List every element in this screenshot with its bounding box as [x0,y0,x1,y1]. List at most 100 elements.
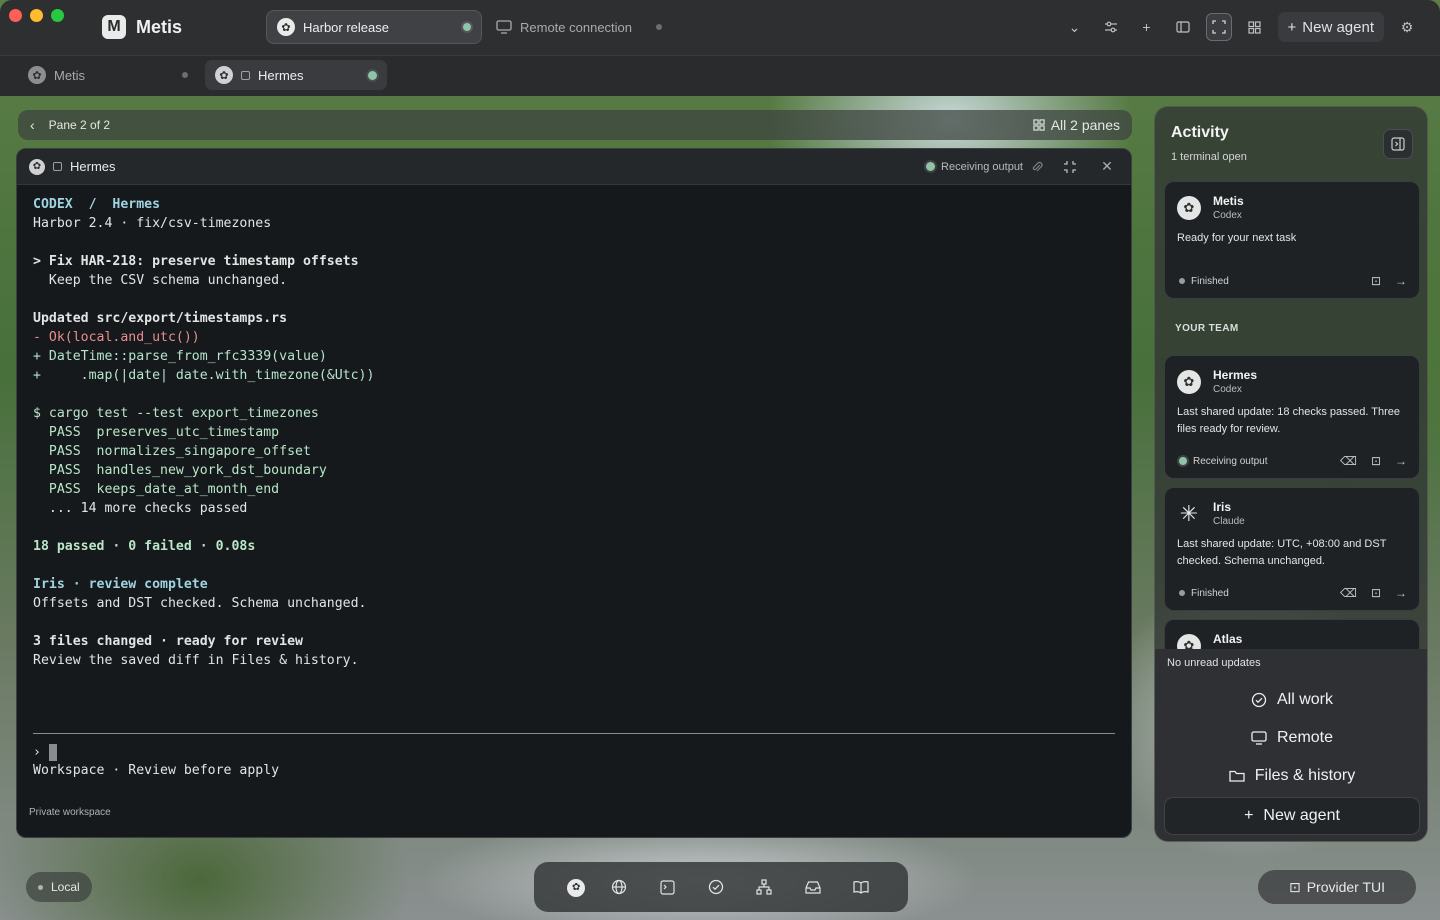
minimize-window-button[interactable] [30,9,43,22]
workspace-footer: Private workspace [29,807,111,818]
collapse-icon[interactable] [1063,160,1087,174]
clear-icon[interactable]: ⌫ [1340,586,1357,600]
sliders-icon[interactable] [1098,13,1124,41]
agent-icon: ✿ [28,66,46,84]
arrow-right-icon[interactable]: → [1395,586,1407,600]
link-label: Remote [1276,729,1334,746]
pane-navigation-bar: ‹ Pane 2 of 2 All 2 panes [18,110,1132,140]
check-circle-icon[interactable] [708,879,734,895]
terminal-icon[interactable]: ⊡ [1371,586,1381,600]
link-label: Files & history [1254,767,1356,784]
sidebar-left-icon[interactable] [1170,13,1196,41]
gear-icon[interactable]: ⚙ [1394,13,1420,41]
provider-tui-button[interactable]: ⊡ Provider TUI [1258,870,1416,904]
clear-icon[interactable]: ⌫ [1340,454,1357,468]
terminal-line: 3 files changed · ready for review [33,634,303,649]
folder-icon [1229,770,1245,782]
agent-description: Ready for your next task [1177,232,1297,244]
new-agent-button[interactable]: + New agent [1164,797,1420,835]
tab-remote-connection[interactable]: Remote connection [486,10,682,44]
activity-title: Activity [1171,124,1229,141]
agent-provider: Claude [1213,516,1245,527]
all-work-link[interactable]: All work [1155,691,1427,709]
arrow-right-icon[interactable]: → [1395,454,1407,468]
title-bar: M Metis ✿ Harbor release Remote connecti… [0,0,1440,56]
terminal-line: Review the saved diff in Files & history… [33,653,359,668]
agent-status: Finished [1191,275,1229,287]
terminal-title: Hermes [70,159,116,174]
inbox-icon[interactable] [804,880,831,894]
agent-icon: ✿ [215,66,233,84]
collapse-panel-icon[interactable] [1383,129,1413,159]
paperclip-icon[interactable] [1031,160,1055,174]
terminal-input[interactable]: › [33,744,57,761]
agent-card-hermes[interactable]: ✿ Hermes Codex Last shared update: 18 ch… [1164,355,1420,479]
close-icon[interactable]: ✕ [1095,158,1119,175]
agent-name: Atlas [1213,632,1243,646]
session-tab-hermes[interactable]: ✿ Hermes [205,60,387,90]
session-tab-metis[interactable]: ✿ Metis [18,60,198,90]
agent-name: Iris [1213,500,1232,514]
all-panes-button[interactable]: All 2 panes [1033,117,1120,133]
new-agent-button[interactable]: + New agent [1277,12,1384,42]
provider-tui-label: Provider TUI [1306,879,1386,895]
book-icon[interactable] [853,880,879,894]
chevron-left-icon[interactable]: ‹ [30,117,35,133]
monitor-icon [1251,731,1267,745]
check-circle-icon [1251,692,1267,708]
hierarchy-icon[interactable] [756,879,782,895]
tab-label: Remote connection [520,19,633,35]
local-label: Local [51,880,80,894]
workspace-status-line: Workspace · Review before apply [33,763,280,778]
terminal-line: PASS handles_new_york_dst_boundary [33,463,327,478]
prompt-symbol: › [33,745,41,760]
plus-icon: + [1244,807,1254,824]
terminal-line: PASS keeps_date_at_month_end [33,482,280,497]
tab-harbor-release[interactable]: ✿ Harbor release [266,10,482,44]
agent-description: Last shared update: UTC, +08:00 and DST … [1177,538,1387,567]
activity-footer: No unread updates All work Remote Files … [1155,649,1427,841]
local-indicator[interactable]: Local [26,872,92,902]
close-window-button[interactable] [9,9,22,22]
pane-indicator: Pane 2 of 2 [48,118,111,132]
grid-icon[interactable] [1242,13,1268,41]
chevron-down-icon[interactable]: ⌄ [1062,13,1088,41]
all-panes-label: All 2 panes [1050,117,1120,133]
files-history-link[interactable]: Files & history [1155,767,1427,785]
agent-icon: ✿ [1177,370,1201,394]
terminal-line: Harbor 2.4 · fix/csv-timezones [33,216,272,231]
arrow-right-icon[interactable]: → [1395,274,1407,288]
agent-icon[interactable]: ✿ [563,877,589,897]
link-label: All work [1276,691,1333,708]
zoom-window-button[interactable] [51,9,64,22]
agent-provider: Codex [1213,210,1242,221]
terminal-icon[interactable]: ⊡ [1371,454,1381,468]
status-dot [656,24,662,30]
terminal-icon [241,70,250,80]
agent-card-metis[interactable]: ✿ Metis Codex Ready for your next task F… [1164,181,1420,299]
remote-link[interactable]: Remote [1155,729,1427,747]
agent-name: Hermes [1213,368,1258,382]
focus-pane-icon[interactable] [1205,13,1232,41]
live-status-dot [463,23,471,31]
terminal-line: + DateTime::parse_from_rfc3339(value) [33,349,327,364]
tab-label: Metis [54,67,86,83]
globe-icon[interactable] [611,879,637,895]
app-brand: M Metis [102,15,182,39]
agent-icon: ✿ [277,18,295,36]
terminal-icon[interactable] [660,879,686,895]
agent-icon: ✿ [1177,196,1201,220]
terminal-icon[interactable]: ⊡ [1371,274,1381,288]
terminal-icon [53,162,62,171]
terminal-pane[interactable]: ✿ Hermes Receiving output ✕ CODEX / Herm… [16,148,1132,838]
terminal-line: Updated src/export/timestamps.rs [33,311,288,326]
terminal-line: ... 14 more checks passed [33,501,248,516]
activity-subtitle: 1 terminal open [1171,151,1247,163]
session-tab-bar: ✿ Metis ✿ Hermes [0,56,1440,96]
agent-card-iris[interactable]: ✳ Iris Claude Last shared update: UTC, +… [1164,487,1420,611]
terminal-icon: ⊡ [1288,878,1301,895]
plus-icon[interactable]: + [1134,13,1160,41]
divider [33,733,1115,734]
